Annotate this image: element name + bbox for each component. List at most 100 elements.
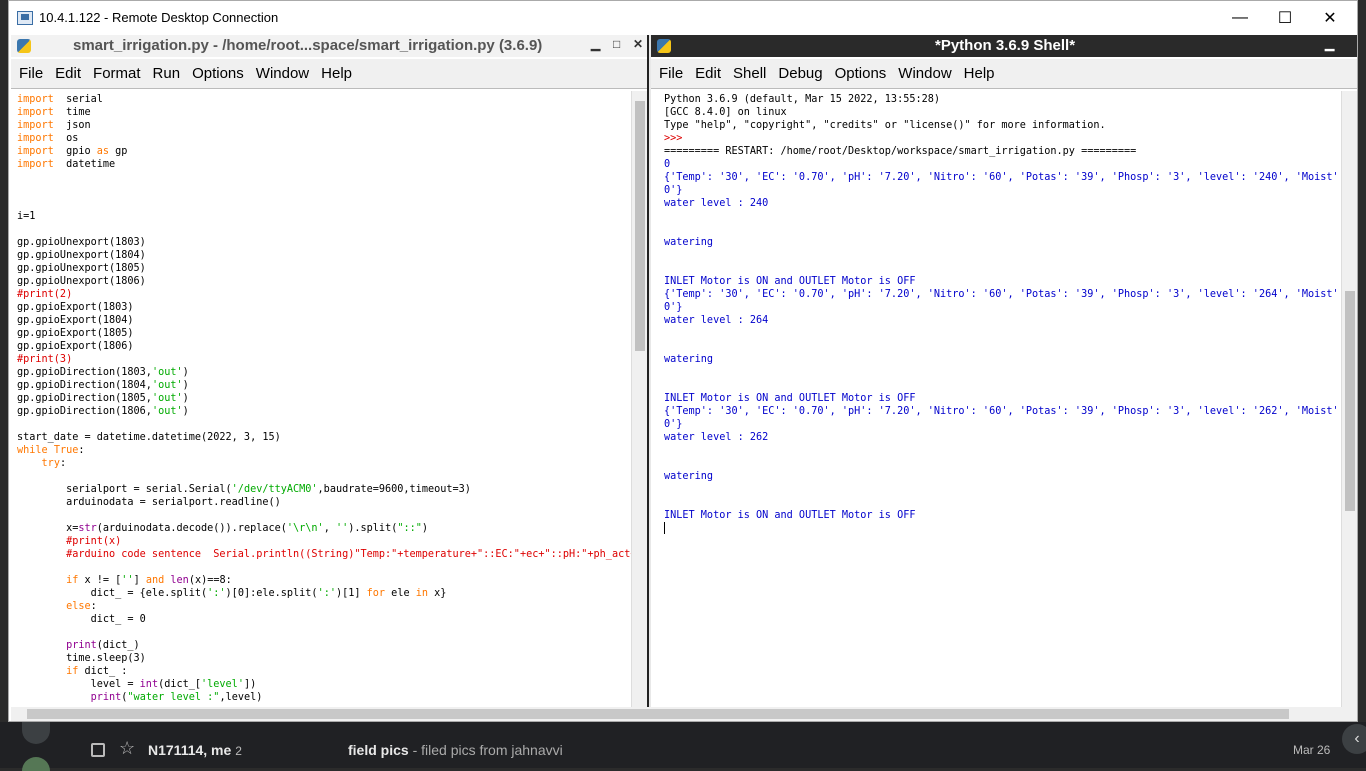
code-line: import serial: [17, 94, 103, 105]
editor-menu-window[interactable]: Window: [256, 65, 309, 82]
code-line: #arduino code sentence Serial.println((S…: [17, 549, 631, 560]
code-line: level = int(dict_['level']): [17, 679, 257, 690]
editor-menu-run[interactable]: Run: [153, 65, 181, 82]
code-line: import os: [17, 133, 79, 144]
editor-menu-options[interactable]: Options: [192, 65, 244, 82]
code-line: start_date = datetime.datetime(2022, 3, …: [17, 432, 281, 443]
code-line: print(dict_): [66, 640, 140, 651]
code-line: gp.gpioUnexport(1806): [17, 276, 146, 287]
code-line: gp.gpioExport(1806): [17, 341, 134, 352]
shell-output-line: water level : 264: [664, 315, 769, 326]
editor-scroll-thumb[interactable]: [635, 101, 645, 351]
code-line: dict_ = {ele.split(':')[0]:ele.split(':'…: [17, 588, 447, 599]
email-subject[interactable]: field pics - filed pics from jahnavvi: [348, 742, 563, 758]
shell-output-line: [664, 457, 1344, 470]
shell-output-line: [664, 496, 1344, 509]
horizontal-scroll-thumb[interactable]: [27, 709, 1289, 719]
shell-output[interactable]: Python 3.6.9 (default, Mar 15 2022, 13:5…: [664, 93, 1344, 707]
minimize-button[interactable]: —: [1217, 1, 1263, 35]
remote-screen: smart_irrigation.py - /home/root...space…: [11, 35, 1357, 707]
shell-output-line: [664, 223, 1344, 236]
shell-output-line: {'Temp': '30', 'EC': '0.70', 'pH': '7.20…: [664, 172, 1344, 183]
shell-output-line: [GCC 8.4.0] on linux: [664, 107, 787, 118]
shell-output-line: {'Temp': '30', 'EC': '0.70', 'pH': '7.20…: [664, 289, 1344, 300]
shell-scroll-thumb[interactable]: [1345, 291, 1355, 511]
editor-titlebar[interactable]: smart_irrigation.py - /home/root...space…: [11, 35, 647, 57]
shell-output-line: [664, 379, 1344, 392]
shell-output-line: [664, 327, 1344, 340]
shell-output-line: INLET Motor is ON and OUTLET Motor is OF…: [664, 276, 916, 287]
shell-output-line: 0'}: [664, 419, 683, 430]
rdp-titlebar[interactable]: 10.4.1.122 - Remote Desktop Connection —…: [9, 1, 1357, 35]
shell-menubar: File Edit Shell Debug Options Window Help: [651, 59, 1357, 89]
editor-minimize-button[interactable]: ▁: [591, 37, 600, 51]
shell-output-line: [664, 483, 1344, 496]
shell-output-line: water level : 240: [664, 198, 769, 209]
rdp-title: 10.4.1.122 - Remote Desktop Connection: [39, 10, 279, 25]
editor-close-button[interactable]: ✕: [633, 37, 643, 51]
code-line: i=1: [17, 211, 36, 222]
maximize-button[interactable]: ☐: [1262, 1, 1308, 35]
thread-count: 2: [235, 744, 242, 758]
shell-output-line: [664, 210, 1344, 223]
code-line: gp.gpioDirection(1803,'out'): [17, 367, 189, 378]
shell-output-line: ========= RESTART: /home/root/Desktop/wo…: [664, 146, 1137, 157]
editor-scrollbar[interactable]: [631, 91, 647, 707]
close-button[interactable]: ✕: [1307, 1, 1353, 35]
sender-name: N171114, me: [148, 742, 232, 758]
editor-menu-help[interactable]: Help: [321, 65, 352, 82]
email-sender[interactable]: N171114, me 2: [148, 742, 242, 758]
chevron-left-icon[interactable]: ‹: [1342, 724, 1366, 754]
editor-maximize-button[interactable]: □: [613, 37, 620, 51]
editor-menu-format[interactable]: Format: [93, 65, 141, 82]
code-line: gp.gpioExport(1803): [17, 302, 134, 313]
email-checkbox[interactable]: [91, 743, 105, 757]
shell-output-line: [664, 249, 1344, 262]
shell-menu-shell[interactable]: Shell: [733, 65, 766, 82]
shell-menu-debug[interactable]: Debug: [778, 65, 822, 82]
star-icon[interactable]: ☆: [119, 738, 135, 759]
editor-menu-edit[interactable]: Edit: [55, 65, 81, 82]
code-line: gp.gpioExport(1805): [17, 328, 134, 339]
shell-scrollbar[interactable]: [1341, 91, 1357, 707]
code-line: import gpio as gp: [17, 146, 128, 157]
shell-output-line: 0'}: [664, 302, 683, 313]
rdp-horizontal-scrollbar[interactable]: [11, 707, 1357, 721]
code-line: import json: [17, 120, 91, 131]
shell-menu-options[interactable]: Options: [835, 65, 887, 82]
python-shell-window: *Python 3.6.9 Shell* ▁ File Edit Shell Debu…: [651, 35, 1357, 707]
code-line: #print(3): [17, 354, 73, 365]
shell-menu-file[interactable]: File: [659, 65, 683, 82]
shell-menu-edit[interactable]: Edit: [695, 65, 721, 82]
editor-menubar: File Edit Format Run Options Window Help: [11, 59, 647, 89]
shell-menu-window[interactable]: Window: [898, 65, 951, 82]
code-line: serialport = serial.Serial('/dev/ttyACM0…: [17, 484, 471, 495]
code-line: while True:: [17, 445, 85, 456]
remote-desktop-icon: [17, 11, 33, 25]
code-line: import time: [17, 107, 91, 118]
shell-output-line: watering: [664, 237, 714, 248]
code-line: arduinodata = serialport.readline(): [17, 497, 281, 508]
editor-menu-file[interactable]: File: [19, 65, 43, 82]
code-line: time.sleep(3): [17, 653, 146, 664]
shell-output-line: Type "help", "copyright", "credits" or "…: [664, 120, 1106, 131]
text-cursor: [664, 522, 1344, 535]
shell-output-line: [664, 340, 1344, 353]
idle-editor-window: smart_irrigation.py - /home/root...space…: [11, 35, 649, 707]
email-snippet: - filed pics from jahnavvi: [408, 742, 563, 758]
shell-output-line: [664, 366, 1344, 379]
shell-menu-help[interactable]: Help: [964, 65, 995, 82]
shell-output-line: INLET Motor is ON and OUTLET Motor is OF…: [664, 393, 916, 404]
shell-titlebar[interactable]: *Python 3.6.9 Shell* ▁: [651, 35, 1357, 57]
email-date: Mar 26: [1293, 743, 1331, 757]
shell-minimize-button[interactable]: ▁: [1325, 37, 1334, 51]
shell-output-line: INLET Motor is ON and OUTLET Motor is OF…: [664, 510, 916, 521]
code-line: gp.gpioDirection(1805,'out'): [17, 393, 189, 404]
code-editor[interactable]: import serial import time import json impor…: [17, 93, 631, 707]
remote-desktop-window: 10.4.1.122 - Remote Desktop Connection —…: [8, 0, 1358, 722]
